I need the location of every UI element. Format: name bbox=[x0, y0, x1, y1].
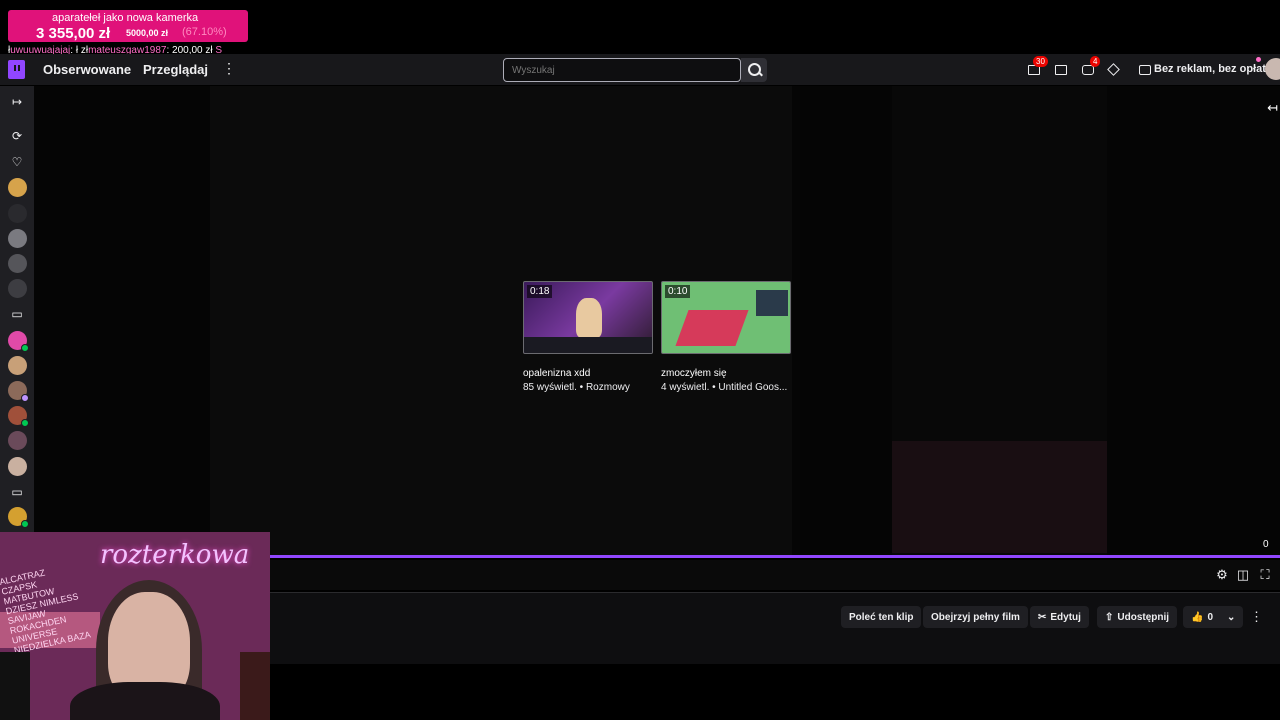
streamer-webcam: rozterkowa ALCATRAZ CZAPSK MATBUTOW DZIE… bbox=[0, 532, 270, 720]
video-camera-icon[interactable]: ▭ bbox=[10, 307, 24, 321]
progress-bar[interactable] bbox=[270, 555, 1280, 558]
chevron-down-icon: ⌄ bbox=[1227, 611, 1236, 623]
expand-sidebar-icon[interactable]: ↦ bbox=[10, 95, 24, 109]
left-sidebar: ↦ ⟳ ♡ ▭ ▭ bbox=[0, 86, 34, 532]
sidebar-channel-avatar[interactable] bbox=[8, 204, 27, 223]
clip-thumbnail[interactable]: 0:18 bbox=[523, 281, 653, 354]
clip-meta: 85 wyświetl. • Rozmowy bbox=[523, 382, 630, 393]
crown-icon[interactable] bbox=[1104, 60, 1124, 80]
video-player[interactable]: ↤ 0:18 opalenizna xdd 85 wyświetl. • Roz… bbox=[34, 86, 1280, 556]
whispers-icon[interactable]: 4 bbox=[1078, 56, 1101, 80]
sidebar-channel-avatar[interactable] bbox=[8, 406, 29, 427]
notifications-badge: 30 bbox=[1033, 56, 1048, 67]
donation-goal-title: aparatełeł jako nowa kamerka bbox=[52, 12, 199, 24]
recommended-icon[interactable]: ⟳ bbox=[10, 129, 24, 143]
sidebar-channel-avatar[interactable] bbox=[8, 279, 27, 298]
fullscreen-icon[interactable]: ⛶ bbox=[1258, 568, 1272, 582]
twitch-logo-icon[interactable] bbox=[8, 60, 25, 79]
search-icon[interactable] bbox=[741, 58, 767, 82]
sidebar-channel-avatar[interactable] bbox=[8, 507, 29, 528]
donation-goal-target: 5000,00 zł bbox=[126, 28, 169, 38]
sidebar-channel-avatar[interactable] bbox=[8, 431, 27, 450]
no-ads-button[interactable]: Bez reklam, bez opłat bbox=[1134, 60, 1272, 80]
more-options-icon[interactable]: ⋮ bbox=[1250, 609, 1263, 625]
thumbnail-desk bbox=[524, 337, 652, 353]
suggested-clip-card[interactable]: 0:18 opalenizna xdd 85 wyświetl. • Rozmo… bbox=[523, 281, 653, 393]
search-input[interactable] bbox=[503, 58, 741, 82]
dimmed-webcam-overlay bbox=[892, 441, 1107, 553]
nav-following[interactable]: Obserwowane bbox=[43, 62, 131, 77]
share-label: Udostępnij bbox=[1117, 611, 1170, 623]
scissors-icon: ✂ bbox=[1038, 611, 1047, 623]
nav-browse[interactable]: Przeglądaj bbox=[143, 62, 208, 77]
progress-counter: 0 bbox=[1263, 539, 1269, 550]
clip-thumbnail[interactable]: 0:10 bbox=[661, 281, 791, 354]
sidebar-channel-avatar[interactable] bbox=[8, 229, 27, 248]
neon-sign: rozterkowa bbox=[100, 540, 250, 570]
edit-button[interactable]: ✂ Edytuj bbox=[1030, 606, 1089, 628]
clip-actions-bar: Poleć ten klip Obejrzyj pełny film ✂ Edyt… bbox=[270, 592, 1280, 664]
clip-duration: 0:10 bbox=[665, 285, 691, 298]
donation-goal-amount: 3 355,00 zł bbox=[36, 25, 111, 42]
donation-goal-widget: aparatełeł jako nowa kamerka 3 355,00 zł… bbox=[8, 10, 248, 42]
recommend-clip-button[interactable]: Poleć ten klip bbox=[841, 606, 922, 628]
microphone bbox=[0, 652, 30, 720]
sidebar-channel-avatar[interactable] bbox=[8, 381, 29, 402]
theatre-mode-icon[interactable]: ◫ bbox=[1236, 568, 1250, 582]
thumbs-up-icon: 👍 bbox=[1191, 611, 1204, 623]
sidebar-channel-avatar[interactable] bbox=[8, 457, 27, 476]
video-camera-icon[interactable]: ▭ bbox=[10, 485, 24, 499]
sidebar-channel-avatar[interactable] bbox=[8, 356, 27, 375]
clip-title[interactable]: zmoczyłem się bbox=[661, 368, 791, 379]
thumbnail-tiles bbox=[675, 310, 749, 346]
share-button[interactable]: ⇧ Udostępnij bbox=[1097, 606, 1178, 628]
sidebar-channel-avatar[interactable] bbox=[8, 254, 27, 273]
clip-duration: 0:18 bbox=[527, 285, 553, 298]
thumbnail-person bbox=[576, 298, 602, 338]
webcam-poster bbox=[240, 652, 270, 720]
handwritten-note: ALCATRAZ CZAPSK MATBUTOW DZIESZ NIMLESS … bbox=[0, 567, 92, 656]
suggested-clip-card[interactable]: 0:10 zmoczyłem się 4 wyświetl. • Untitle… bbox=[661, 281, 791, 393]
whispers-badge: 4 bbox=[1090, 56, 1101, 67]
collapse-arrow-icon[interactable]: ↤ bbox=[1267, 100, 1278, 116]
clip-meta: 4 wyświetl. • Untitled Goos... bbox=[661, 382, 788, 393]
like-button[interactable]: 👍 0 ⌄ bbox=[1183, 606, 1244, 628]
share-icon: ⇧ bbox=[1105, 611, 1114, 623]
heart-icon[interactable]: ♡ bbox=[10, 155, 24, 169]
thumbnail-webcam bbox=[756, 290, 788, 316]
inbox-icon[interactable] bbox=[1051, 60, 1071, 80]
notifications-icon[interactable]: 30 bbox=[1024, 56, 1048, 80]
status-dot bbox=[1256, 57, 1261, 62]
user-avatar[interactable] bbox=[1265, 58, 1280, 80]
sidebar-channel-avatar[interactable] bbox=[8, 331, 29, 352]
edit-label: Edytuj bbox=[1050, 611, 1081, 623]
donation-goal-percent: (67.10%) bbox=[182, 26, 227, 38]
clip-title[interactable]: opalenizna xdd bbox=[523, 368, 653, 379]
watch-full-video-button[interactable]: Obejrzyj pełny film bbox=[923, 606, 1028, 628]
webcam-person-body bbox=[70, 682, 220, 720]
more-menu-icon[interactable]: ⋮ bbox=[222, 60, 236, 77]
top-navigation: Obserwowane Przeglądaj ⋮ 30 4 Bez reklam… bbox=[0, 54, 1280, 86]
sidebar-channel-avatar[interactable] bbox=[8, 178, 27, 197]
settings-icon[interactable]: ⚙ bbox=[1215, 568, 1229, 582]
player-controls: ⚙ ◫ ⛶ bbox=[270, 560, 1280, 590]
like-count: 0 bbox=[1207, 611, 1214, 623]
